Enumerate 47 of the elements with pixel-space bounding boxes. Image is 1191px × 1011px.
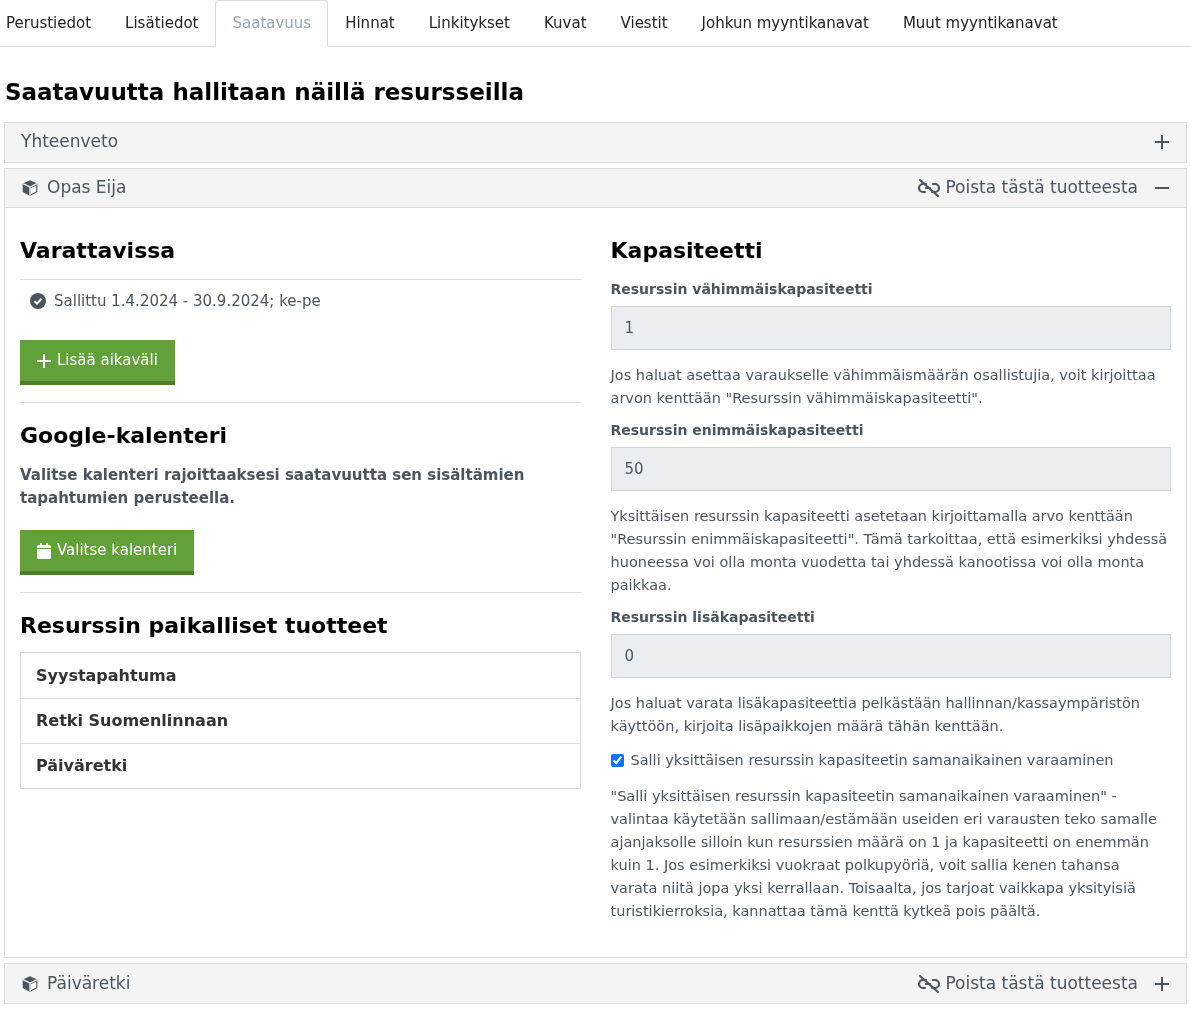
panel-title: Yhteenveto (21, 130, 119, 154)
section-heading: Resurssin paikalliset tuotteet (20, 612, 389, 640)
tab[interactable]: Perustiedot (0, 0, 109, 47)
panel-header[interactable]: Opas Eija Poista tästä tuotteesta (5, 168, 1186, 208)
input-field[interactable]: 1 (610, 305, 1171, 350)
plus-icon (37, 353, 51, 368)
tab[interactable]: Lisätiedot (108, 0, 216, 47)
checkbox[interactable] (610, 753, 624, 767)
remove-link[interactable]: Poista tästä tuotteesta (917, 971, 1138, 997)
calendar-icon (37, 542, 51, 559)
tab[interactable]: Hinnat (328, 0, 412, 47)
check-circle-icon (30, 292, 46, 309)
help-text: Yksittäisen resurssin kapasiteetti asetetaan kirjoittamalla arvo kenttään "Resurssin enimmäiskapasiteetti". Tämä tarkoittaa, että esimerkiksi yhdessä huoneessa voi olla monta vuodetta tai yhdessä kanootissa voi olla monta paikkaa. (610, 506, 1169, 595)
availability-rule: Sallittu 1.4.2024 - 30.9.2024; ke-pe (54, 290, 321, 312)
help-text: Jos haluat asettaa varaukselle vähimmäismäärän osallistujia, voit kirjoittaa arvon kenttään "Resurssin vähimmäiskapasiteetti". (610, 365, 1157, 408)
checkbox-label: Salli yksittäisen resurssin kapasiteetin samanaikainen varaaminen (630, 750, 1114, 770)
section-heading: Varattavissa (20, 233, 581, 280)
tab[interactable]: Viestit (603, 0, 685, 47)
panel-title: Opas Eija (47, 175, 127, 199)
tab[interactable]: Muut myyntikanavat (885, 0, 1075, 47)
field-label: Resurssin vähimmäiskapasiteetti (610, 279, 874, 299)
remove-link[interactable]: Poista tästä tuotteesta (917, 174, 1138, 201)
tab[interactable]: Johkun myyntikanavat (684, 0, 886, 47)
panel-title: Päiväretki (47, 972, 131, 995)
plus-icon[interactable] (1154, 134, 1170, 150)
broken-link-icon (917, 973, 942, 994)
input-field[interactable]: 0 (610, 633, 1171, 678)
tab[interactable]: Linkitykset (411, 0, 527, 47)
section-heading: Google-kalenteri (20, 422, 229, 450)
page-title: Saatavuutta hallitaan näillä resursseilla (4, 78, 525, 107)
panel-header[interactable]: Päiväretki Poista tästä tuotteesta (5, 964, 1186, 1004)
broken-link-icon (917, 177, 942, 198)
input-field[interactable]: 50 (610, 446, 1171, 491)
cube-icon (21, 974, 39, 993)
help-text: "Salli yksittäisen resurssin kapasiteetin samanaikainen varaaminen" -valintaa käytetään sallimaan/estämään useiden eri varausten teko samalle ajanjaksolle silloin kun resurssien määrä on 1 ja kapasiteetti on enemmän kuin 1. Jos esimerkiksi vuokraat polkupyöriä, voit sallia kenen tahansa varata niitä jopa yksi kerrallaan. Toisaalta, jos tarjoat vaikkapa yksityisiä turistikierroksia, kannattaa tämä kenttä kytkeä pois päältä. (610, 787, 1158, 922)
help-text: Jos haluat varata lisäkapasiteettia pelkästään hallinnan/kassaympäristön käyttöön, kirjoita lisäpaikkojen määrä tähän kenttään. (610, 693, 1141, 736)
product-list-item[interactable]: Syystapahtuma (21, 653, 580, 698)
cube-icon (21, 178, 39, 197)
field-label: Resurssin lisäkapasiteetti (610, 607, 816, 627)
description-text: Valitse kalenteri rajoittaaksesi saatavuutta sen sisältämien tapahtumien perusteella. (20, 465, 526, 509)
plus-icon[interactable] (1154, 975, 1170, 992)
section-heading: Kapasiteetti (610, 236, 764, 265)
product-list-item[interactable]: Päiväretki (21, 743, 580, 788)
panel-header[interactable]: Yhteenveto (5, 122, 1186, 162)
product-list-item[interactable]: Retki Suomenlinnaan (21, 698, 580, 743)
tab[interactable]: Kuvat (527, 0, 604, 47)
field-label: Resurssin enimmäiskapasiteetti (610, 420, 865, 440)
